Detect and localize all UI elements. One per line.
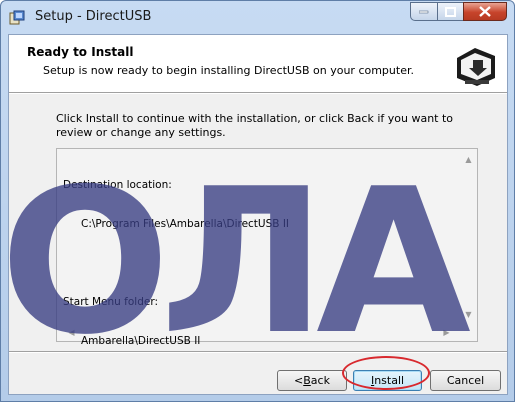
window-title: Setup - DirectUSB xyxy=(35,9,152,24)
footer-divider-highlight xyxy=(9,352,507,353)
minimize-icon xyxy=(419,10,429,13)
scroll-left-icon[interactable]: ◀ xyxy=(63,324,80,341)
cancel-button[interactable]: Cancel xyxy=(430,370,501,391)
setup-app-icon[interactable] xyxy=(9,10,25,26)
minimize-button[interactable] xyxy=(410,2,437,21)
memo-line-blank xyxy=(63,257,289,270)
cancel-button-label: Cancel xyxy=(446,374,485,387)
memo-line-startmenu-label: Start Menu folder: xyxy=(63,296,158,308)
vertical-scrollbar[interactable]: ▲ ▼ xyxy=(460,149,477,325)
close-button[interactable] xyxy=(463,2,507,21)
horizontal-scrollbar[interactable]: ◀ ▶ xyxy=(57,324,461,341)
caption-buttons xyxy=(410,2,507,22)
header-divider xyxy=(9,93,507,94)
memo-line-destination-label: Destination location: xyxy=(63,179,172,191)
close-icon xyxy=(479,6,491,17)
back-button-prefix: < xyxy=(294,374,304,387)
page-heading: Ready to Install xyxy=(27,45,134,59)
back-button[interactable]: < Back xyxy=(277,370,347,391)
title-bar[interactable]: Setup - DirectUSB xyxy=(1,1,514,34)
install-button[interactable]: Install xyxy=(353,370,422,391)
maximize-icon xyxy=(445,6,456,17)
scroll-right-icon[interactable]: ▶ xyxy=(438,324,455,341)
ready-memo[interactable]: Destination location: C:\Program Files\A… xyxy=(56,148,478,347)
scroll-up-icon[interactable]: ▲ xyxy=(460,151,477,168)
wizard-client-area: Ready to Install Setup is now ready to b… xyxy=(8,34,508,395)
wizard-header: Ready to Install Setup is now ready to b… xyxy=(9,35,507,93)
install-button-label: nstall xyxy=(374,374,405,387)
setup-window: Setup - DirectUSB Ready to Install Setup… xyxy=(0,0,515,402)
scroll-down-icon[interactable]: ▼ xyxy=(460,306,477,323)
maximize-button[interactable] xyxy=(437,2,463,21)
computer-install-icon xyxy=(451,38,501,88)
back-button-accelerator: B xyxy=(303,374,311,387)
page-subheading: Setup is now ready to begin installing D… xyxy=(43,64,414,77)
instruction-text: Click Install to continue with the insta… xyxy=(56,112,454,139)
back-button-label: ack xyxy=(310,374,330,387)
memo-line-destination-path: C:\Program Files\Ambarella\DirectUSB II xyxy=(81,218,290,230)
